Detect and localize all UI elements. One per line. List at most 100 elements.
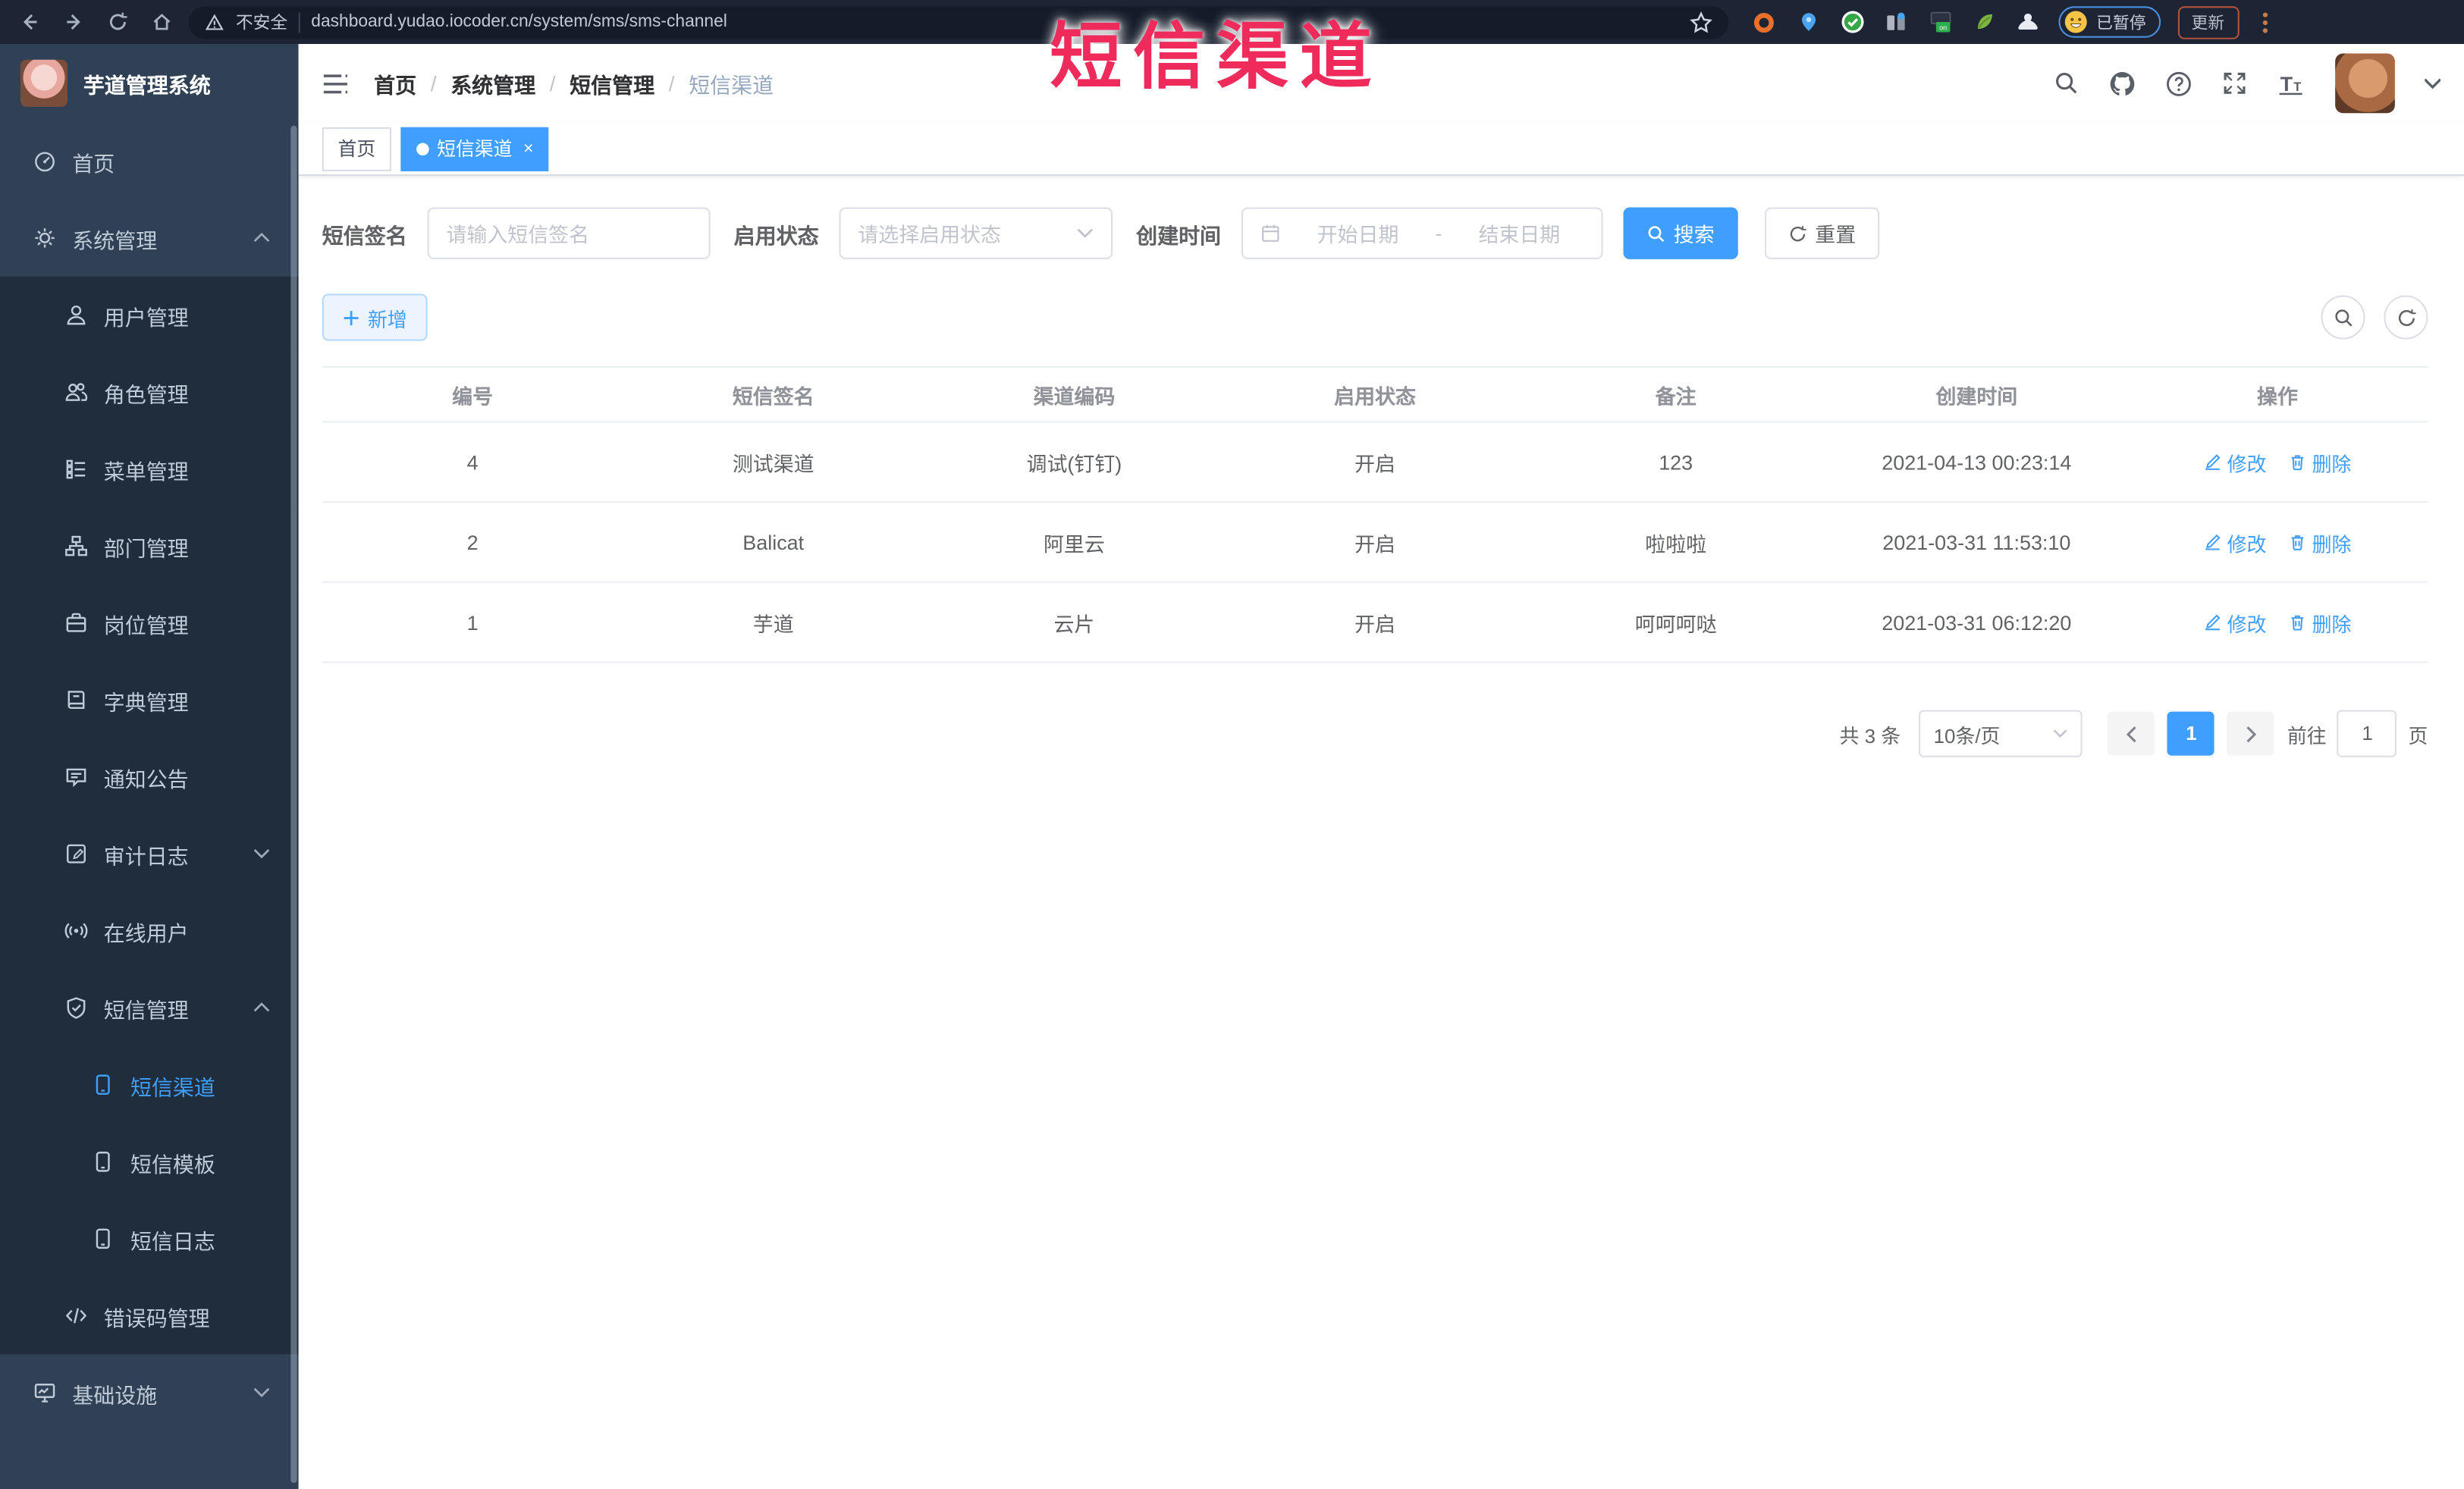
add-button[interactable]: 新增 — [322, 293, 428, 341]
breadcrumb-item-短信管理[interactable]: 短信管理 — [570, 67, 654, 99]
created-range-picker[interactable]: 开始日期 - 结束日期 — [1241, 207, 1603, 259]
sidebar-item-label: 岗位管理 — [103, 613, 189, 638]
refresh-table-button[interactable] — [2384, 295, 2428, 340]
edit-row-button[interactable]: 修改 — [2204, 607, 2267, 637]
main-area: 首页 / 系统管理 / 短信管理 / 短信渠道 TT 首页 短信渠道 × 短信签名 — [298, 44, 2464, 1489]
fullscreen-icon[interactable] — [2222, 71, 2247, 96]
goto-label: 前往 — [2287, 725, 2327, 748]
sidebar-item-label: 错误码管理 — [103, 1306, 210, 1331]
extension-screencap-icon[interactable]: on — [1926, 8, 1953, 35]
sidebar-item-首页[interactable]: 首页 — [0, 123, 299, 200]
sidebar-item-label: 审计日志 — [103, 844, 189, 868]
extension-paused-pill[interactable]: 已暂停 — [2058, 6, 2161, 38]
help-icon[interactable] — [2165, 70, 2192, 96]
sidebar-item-label: 短信日志 — [130, 1229, 215, 1253]
signature-input[interactable]: 请输入短信签名 — [427, 207, 711, 259]
page-url[interactable]: dashboard.yudao.iocoder.cn/system/sms/sm… — [311, 13, 727, 32]
sidebar-item-基础设施[interactable]: 基础设施 — [0, 1354, 299, 1431]
sidebar-item-系统管理[interactable]: 系统管理 — [0, 199, 299, 277]
breadcrumb-item-系统管理[interactable]: 系统管理 — [450, 67, 535, 99]
extension-meeple-icon[interactable] — [2014, 8, 2041, 35]
github-icon[interactable] — [2109, 70, 2136, 96]
sidebar: 芋道管理系统 首页系统管理 用户管理 角色管理 菜单管理 部门管理岗位管理字典管理 通知公… — [0, 44, 299, 1489]
sidebar-item-label: 首页 — [72, 151, 115, 176]
search-button[interactable]: 搜索 — [1623, 207, 1738, 259]
address-bar[interactable]: 不安全 dashboard.yudao.iocoder.cn/system/sm… — [188, 5, 1729, 39]
cell-code: 阿里云 — [924, 502, 1225, 583]
extension-pin-icon[interactable] — [1794, 8, 1821, 35]
cell-remark: 啦啦啦 — [1525, 502, 1827, 583]
sidebar-logo-row[interactable]: 芋道管理系统 — [0, 44, 299, 123]
tab-短信渠道[interactable]: 短信渠道 × — [400, 126, 550, 171]
next-page-button[interactable] — [2227, 711, 2275, 756]
bookmark-star-icon[interactable] — [1690, 10, 1713, 33]
font-size-icon[interactable]: TT — [2277, 71, 2305, 95]
toggle-search-button[interactable] — [2321, 295, 2365, 340]
browser-update-button[interactable]: 更新 — [2177, 5, 2239, 39]
sidebar-item-短信日志[interactable]: 短信日志 — [0, 1200, 299, 1277]
sidebar-item-短信管理[interactable]: 短信管理 — [0, 969, 299, 1047]
edit-row-button[interactable]: 修改 — [2204, 527, 2267, 556]
edit-row-button[interactable]: 修改 — [2204, 447, 2267, 477]
sidebar-item-label: 短信渠道 — [130, 1075, 215, 1099]
security-warning-icon[interactable] — [204, 12, 224, 33]
sidebar-item-短信模板[interactable]: 短信模板 — [0, 1123, 299, 1201]
delete-row-button[interactable]: 删除 — [2289, 527, 2351, 556]
sidebar-item-审计日志[interactable]: 审计日志 — [0, 815, 299, 892]
column-header-渠道编码: 渠道编码 — [924, 365, 1225, 423]
breadcrumb-item-首页[interactable]: 首页 — [374, 67, 416, 99]
browser-back-icon[interactable] — [19, 11, 41, 33]
goto-page-input[interactable]: 1 — [2337, 710, 2397, 757]
navbar-actions: TT — [2054, 53, 2440, 114]
page-size-select[interactable]: 10条/页 — [1919, 710, 2083, 757]
user-avatar[interactable] — [2335, 53, 2395, 114]
extension-check-badge-icon[interactable] — [1838, 8, 1865, 35]
sidebar-item-岗位管理[interactable]: 岗位管理 — [0, 584, 299, 662]
plus-icon — [343, 309, 360, 326]
delete-row-button[interactable]: 删除 — [2289, 447, 2351, 477]
browser-home-icon[interactable] — [151, 11, 173, 33]
sidebar-item-短信渠道[interactable]: 短信渠道 — [0, 1046, 299, 1124]
prev-page-button[interactable] — [2108, 711, 2155, 756]
browser-forward-icon[interactable] — [63, 11, 85, 33]
sidebar-item-错误码管理[interactable]: 错误码管理 — [0, 1277, 299, 1355]
close-tab-icon[interactable]: × — [523, 139, 533, 158]
breadcrumb-separator: / — [430, 71, 437, 96]
page-unit-label: 页 — [2408, 725, 2428, 748]
header-search-icon[interactable] — [2054, 71, 2079, 96]
sidebar-item-通知公告[interactable]: 通知公告 — [0, 738, 299, 816]
reset-button[interactable]: 重置 — [1765, 207, 1880, 259]
extension-grid-icon[interactable] — [1882, 8, 1909, 35]
total-count: 共 3 条 — [1839, 725, 1901, 748]
date-separator: - — [1435, 221, 1442, 246]
status-select[interactable]: 请选择启用状态 — [839, 207, 1113, 259]
sidebar-item-菜单管理[interactable]: 菜单管理 — [0, 430, 299, 508]
sidebar-item-角色管理[interactable]: 角色管理 — [0, 353, 299, 431]
tab-首页[interactable]: 首页 — [322, 126, 391, 171]
extension-donut-icon[interactable] — [1750, 8, 1777, 35]
browser-menu-icon[interactable] — [2262, 11, 2268, 33]
page-number-current[interactable]: 1 — [2167, 711, 2215, 756]
cell-remark: 123 — [1525, 422, 1827, 503]
extension-leaf-icon[interactable] — [1970, 8, 1997, 35]
app-frame: 芋道管理系统 首页 系统管理 用户管理 角色管理 菜单管理 部门管理 岗位管理 字典管理 通知公… — [0, 44, 2464, 1489]
delete-row-button[interactable]: 删除 — [2289, 607, 2351, 637]
delete-icon — [2289, 453, 2308, 472]
sidebar-item-部门管理[interactable]: 部门管理 — [0, 507, 299, 585]
date-end-placeholder: 结束日期 — [1478, 223, 1561, 247]
sidebar-toggle-icon[interactable] — [322, 71, 349, 95]
security-label[interactable]: 不安全 — [236, 9, 287, 34]
browser-reload-icon[interactable] — [107, 11, 129, 33]
avatar-caret-down-icon[interactable] — [2425, 77, 2440, 90]
breadcrumb-item-短信渠道: 短信渠道 — [689, 74, 774, 98]
table-toolbar: 新增 — [322, 293, 2428, 341]
signature-label: 短信签名 — [322, 224, 407, 248]
cell-id: 1 — [322, 581, 623, 663]
sidebar-item-用户管理[interactable]: 用户管理 — [0, 276, 299, 354]
sidebar-item-字典管理[interactable]: 字典管理 — [0, 661, 299, 738]
sidebar-scrollbar[interactable] — [290, 125, 297, 1484]
sidebar-item-在线用户[interactable]: 在线用户 — [0, 892, 299, 970]
search-icon — [1647, 224, 1666, 243]
cell-code: 调试(钉钉) — [924, 422, 1225, 503]
dashboard-icon — [31, 149, 58, 173]
